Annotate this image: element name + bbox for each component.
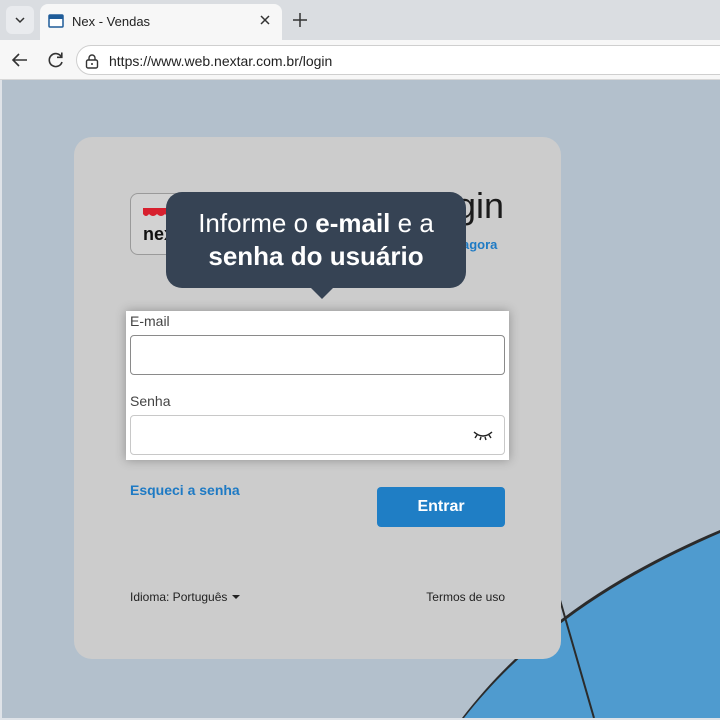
tooltip-bold-email: e-mail <box>315 208 391 238</box>
url-text: https://www.web.nextar.com.br/login <box>109 53 333 69</box>
signup-link[interactable]: agora <box>462 237 497 252</box>
lock-icon[interactable] <box>85 53 99 69</box>
close-icon[interactable] <box>258 13 272 27</box>
eye-closed-icon[interactable] <box>472 429 494 443</box>
address-bar[interactable]: https://www.web.nextar.com.br/login <box>76 45 720 75</box>
tooltip-line-1: Informe o e-mail e a <box>166 207 466 240</box>
tooltip-text: Informe o <box>198 208 316 238</box>
reload-icon[interactable] <box>46 50 66 70</box>
email-label: E-mail <box>130 313 170 329</box>
browser-tab[interactable]: Nex - Vendas <box>40 4 282 40</box>
tab-strip: Nex - Vendas <box>0 0 720 40</box>
password-label: Senha <box>130 393 171 409</box>
login-card: nex gin agora E-mail Senha Esqueci a sen… <box>74 137 561 659</box>
caret-down-icon <box>232 595 241 599</box>
tooltip-bold-password: senha do usuário <box>208 241 424 271</box>
tab-list-icon[interactable] <box>6 6 34 34</box>
language-selector[interactable]: Idioma: Português <box>130 590 241 604</box>
tooltip: Informe o e-mail e a senha do usuário <box>166 192 466 288</box>
tab-favicon-icon <box>48 14 64 28</box>
new-tab-icon[interactable] <box>290 10 310 30</box>
browser-toolbar: https://www.web.nextar.com.br/login <box>0 40 720 80</box>
page-content: nex gin agora E-mail Senha Esqueci a sen… <box>2 80 720 718</box>
forgot-password-link[interactable]: Esqueci a senha <box>130 482 240 498</box>
back-icon[interactable] <box>10 50 30 70</box>
login-button[interactable]: Entrar <box>377 487 505 527</box>
credentials-form: E-mail Senha <box>126 311 509 460</box>
password-field[interactable] <box>130 415 505 455</box>
tooltip-line-2: senha do usuário <box>166 240 466 273</box>
tooltip-tail <box>310 287 334 299</box>
terms-link[interactable]: Termos de uso <box>426 590 505 604</box>
tooltip-text-2: e a <box>390 208 434 238</box>
email-field[interactable] <box>130 335 505 375</box>
language-label: Idioma: Português <box>130 590 228 604</box>
tab-title: Nex - Vendas <box>72 14 151 29</box>
